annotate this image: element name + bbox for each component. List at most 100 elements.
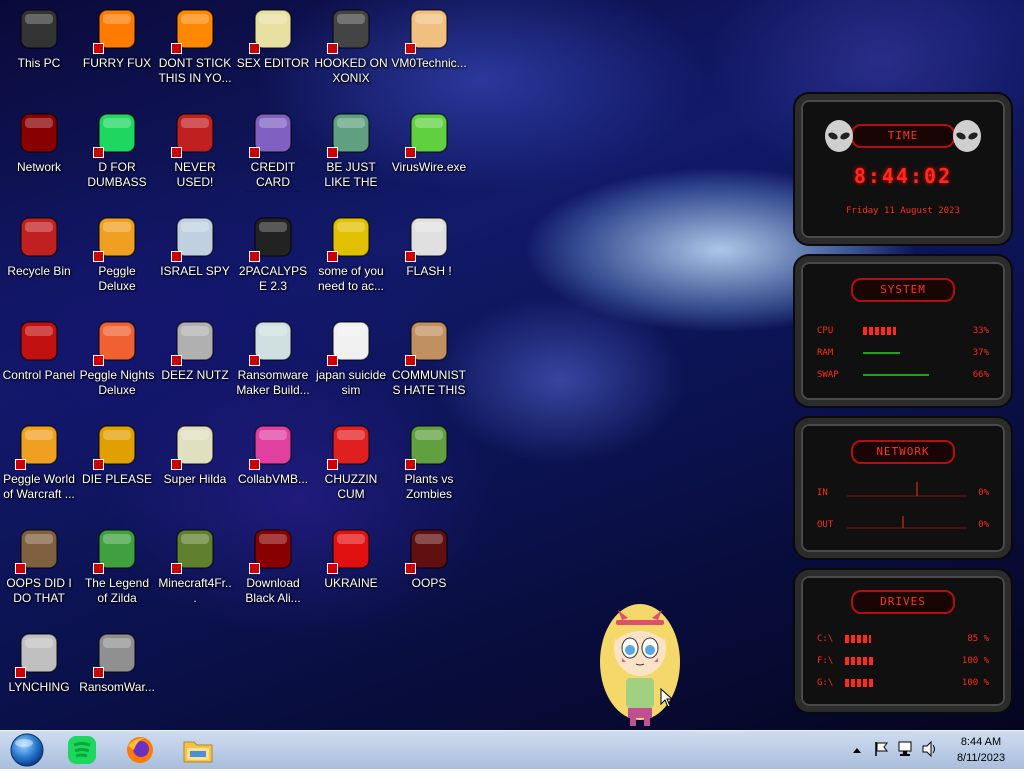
desktop-icon[interactable]: Download Black Ali...	[234, 520, 312, 620]
monitor-icon	[249, 422, 297, 470]
de-icon	[93, 422, 141, 470]
desktop-icon[interactable]: UKRAINE	[312, 520, 390, 620]
peggle-nights-icon	[93, 318, 141, 366]
lime-icon	[405, 110, 453, 158]
xonix-game-icon	[327, 6, 375, 54]
shortcut-arrow-icon	[327, 355, 338, 366]
desktop-icon[interactable]: CREDIT CARD CHECKER	[234, 104, 312, 204]
desktop-icon[interactable]: 2PACALYPSE 2.3	[234, 208, 312, 308]
alien-orb-icon	[15, 110, 63, 158]
drive-row: F:\ 100 %	[817, 654, 989, 668]
desktop-icon[interactable]: OOPS	[390, 520, 468, 620]
desktop-icon[interactable]: VirusWire.exe	[390, 104, 468, 204]
desktop-icon[interactable]: SEX EDITOR	[234, 0, 312, 100]
desktop-icon-label: Peggle Nights Deluxe	[79, 368, 155, 397]
desktop-icon[interactable]: Plants vs Zombies	[390, 416, 468, 516]
desktop-icon[interactable]: Peggle Deluxe	[78, 208, 156, 308]
system-row: SWAP 66%	[817, 368, 989, 382]
taskbar-file-explorer-button[interactable]	[178, 734, 218, 766]
desktop-icon[interactable]: BE JUST LIKE THE DUDE!	[312, 104, 390, 204]
desktop-icon[interactable]: DEEZ NUTZ	[156, 312, 234, 412]
desktop-icon[interactable]: FLASH !	[390, 208, 468, 308]
desktop-icon-label: COMMUNISTS HATE THIS G...	[392, 368, 466, 400]
gadget-network-title: NETWORK	[851, 440, 955, 464]
character-sticker-image	[600, 604, 680, 726]
system-row-value: 37%	[972, 348, 989, 358]
app-window-icon	[249, 318, 297, 366]
shortcut-arrow-icon	[249, 147, 260, 158]
file-explorer-icon	[183, 741, 213, 763]
desktop-icon-label: CollabVMB...	[237, 472, 309, 486]
desktop-icon-label: Super Hilda	[163, 472, 227, 486]
tray-clock[interactable]: 8:44 AM 8/11/2023	[946, 734, 1016, 766]
shortcut-arrow-icon	[93, 459, 104, 470]
desktop-icon-label: Plants vs Zombies	[404, 472, 454, 501]
desktop-icon-label: Ransomware Maker Build...	[236, 368, 310, 397]
tray-network-button[interactable]	[896, 740, 916, 758]
desktop-icon-label: Download Black Ali...	[245, 576, 301, 605]
desktop-icon[interactable]: DONT STICK THIS IN YO...	[156, 0, 234, 100]
desktop-icon[interactable]: Ransomware Maker Build...	[234, 312, 312, 412]
desktop-icon-label: NEVER USED!	[174, 160, 216, 189]
shortcut-arrow-icon	[405, 147, 416, 158]
desktop-icon[interactable]: VM0Technic...	[390, 0, 468, 100]
firefox-icon	[127, 737, 153, 763]
tray-volume-button[interactable]	[920, 740, 940, 758]
shortcut-arrow-icon	[93, 251, 104, 262]
desktop-icon-label: FURRY FUX	[82, 56, 152, 70]
desktop-icon[interactable]: NEVER USED!	[156, 104, 234, 204]
blank-document-icon	[327, 318, 375, 366]
shortcut-arrow-icon	[15, 459, 26, 470]
taskbar-spotify-button[interactable]	[62, 734, 102, 766]
shortcut-arrow-icon	[171, 147, 182, 158]
flag-icon	[875, 742, 888, 756]
desktop-icon[interactable]: FURRY FUX	[78, 0, 156, 100]
desktop-icon[interactable]: ISRAEL SPY	[156, 208, 234, 308]
firefox-icon	[93, 6, 141, 54]
tray-date: 8/11/2023	[956, 752, 1006, 764]
desktop-icon-label: ISRAEL SPY	[160, 264, 230, 278]
shortcut-arrow-icon	[249, 459, 260, 470]
drive-row-value: 100 %	[961, 656, 989, 666]
gadget-system-title: SYSTEM	[851, 278, 955, 302]
network-row-out: OUT 0%	[817, 516, 989, 532]
desktop-icon[interactable]: some of you need to ac...	[312, 208, 390, 308]
tray-action-center-button[interactable]	[872, 740, 890, 758]
desktop-icon-label: OOPS DID I DO THAT	[6, 576, 72, 605]
desktop-icon-label: HOOKED ON XONIX	[314, 56, 388, 85]
desktop-icon[interactable]: Recycle Bin	[0, 208, 78, 308]
tray-show-hidden-button[interactable]	[850, 741, 864, 759]
desktop-icon[interactable]: Peggle Nights Deluxe	[78, 312, 156, 412]
network-out-value: 0%	[978, 520, 989, 530]
desktop-icon[interactable]: Network	[0, 104, 78, 204]
shortcut-arrow-icon	[249, 563, 260, 574]
shortcut-arrow-icon	[171, 563, 182, 574]
desktop-icon[interactable]: D FOR DUMBASS	[78, 104, 156, 204]
desktop-icon[interactable]: The Legend of Zilda	[78, 520, 156, 620]
desktop-icon[interactable]: CHUZZIN CUM	[312, 416, 390, 516]
desktop-icon[interactable]: japan suicide sim	[312, 312, 390, 412]
drive-row-label: G:\	[817, 678, 834, 688]
desktop-icon[interactable]: OOPS DID I DO THAT	[0, 520, 78, 620]
desktop-icon[interactable]: Peggle World of Warcraft ...	[0, 416, 78, 516]
flash-document-icon	[405, 214, 453, 262]
terminal-icon	[249, 214, 297, 262]
computer-icon	[15, 6, 63, 54]
chevron-up-icon	[853, 748, 861, 753]
desktop-icon[interactable]: COMMUNISTS HATE THIS G...	[390, 312, 468, 412]
desktop-icon[interactable]: RansomWar...	[78, 624, 156, 724]
skull-ring-icon	[93, 630, 141, 678]
start-button[interactable]	[8, 733, 46, 767]
desktop-icon[interactable]: LYNCHING	[0, 624, 78, 724]
shortcut-arrow-icon	[249, 251, 260, 262]
desktop-icon[interactable]: This PC	[0, 0, 78, 100]
desktop-icon[interactable]: CollabVMB...	[234, 416, 312, 516]
desktop-icon[interactable]: Minecraft4Fr...	[156, 520, 234, 620]
desktop-icon[interactable]: Super Hilda	[156, 416, 234, 516]
gadget-drives-title: DRIVES	[851, 590, 955, 614]
taskbar-firefox-button[interactable]	[120, 734, 160, 766]
desktop-icon[interactable]: HOOKED ON XONIX	[312, 0, 390, 100]
desktop-icon[interactable]: Control Panel	[0, 312, 78, 412]
desktop-icon[interactable]: DIE PLEASE	[78, 416, 156, 516]
desktop-icon-label: Peggle World of Warcraft ...	[3, 472, 75, 501]
